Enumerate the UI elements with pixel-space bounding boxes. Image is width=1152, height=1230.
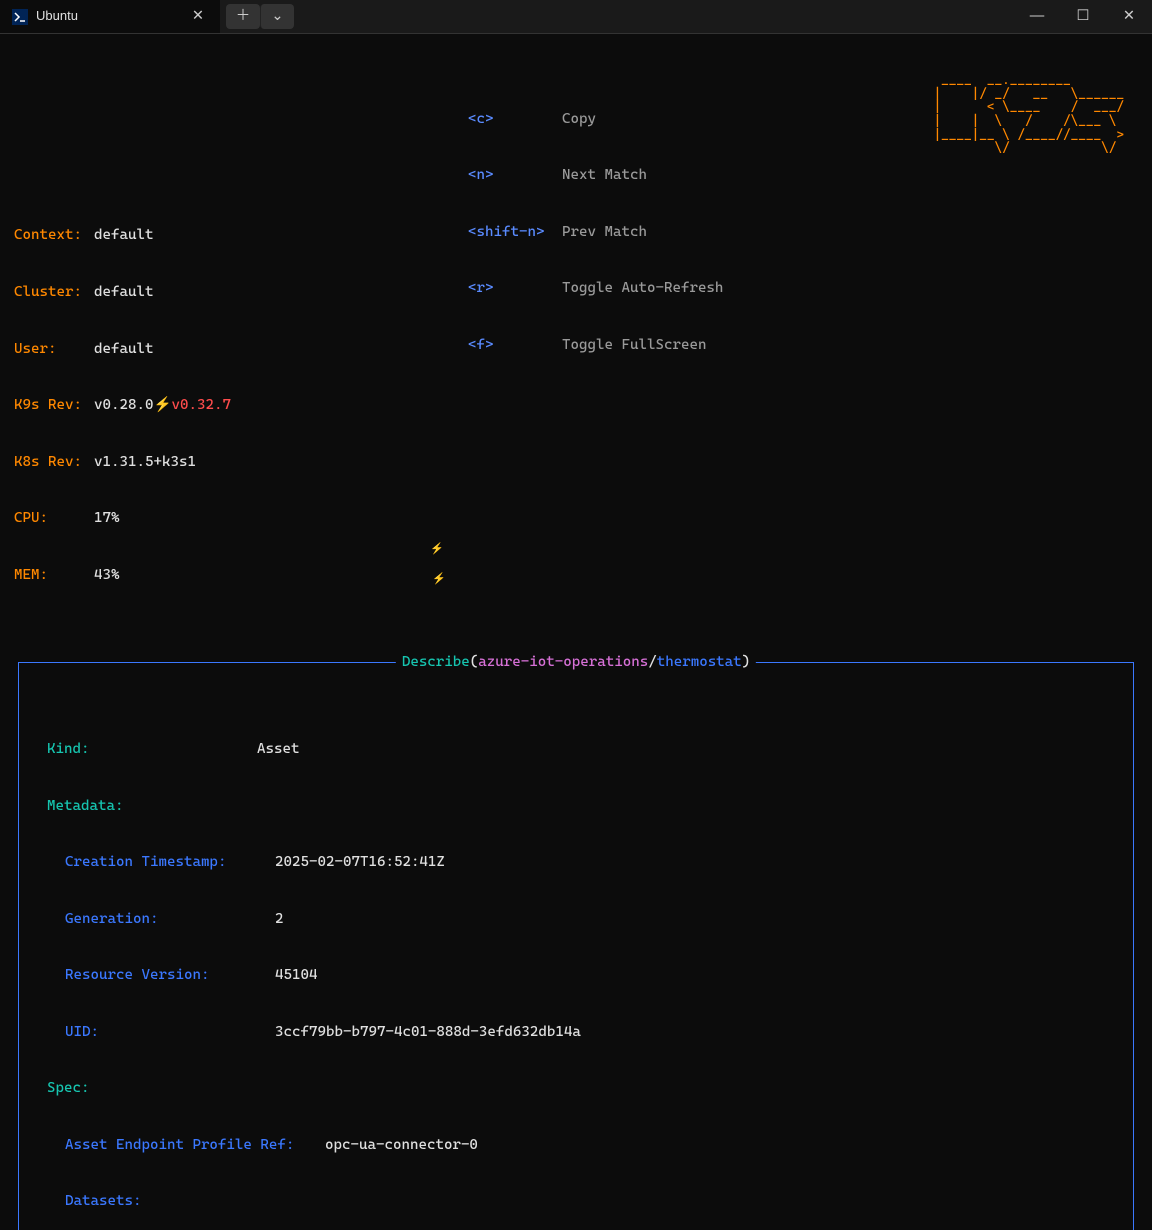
aepr-label: Asset Endpoint Profile Ref xyxy=(65,1137,286,1153)
metadata-label: Metadata xyxy=(47,798,115,814)
k9s-rev-latest: v0.32.7 xyxy=(172,396,231,415)
describe-caption: Describe(azure-iot-operations/thermostat… xyxy=(396,653,756,672)
keyboard-hints: <c> Copy <n> Next Match <shift-n> Prev Matc… xyxy=(468,72,723,392)
titlebar: Ubuntu ✕ ＋ ⌄ — ☐ ✕ xyxy=(0,0,1152,34)
hint-key: <c> xyxy=(468,110,554,129)
uid-label: UID xyxy=(65,1024,91,1040)
lightning-icon: ⚡ xyxy=(153,396,171,415)
hint-key: <shift-n> xyxy=(468,223,554,242)
tab-title: Ubuntu xyxy=(36,8,78,25)
window-maximize-button[interactable]: ☐ xyxy=(1060,0,1106,33)
generation-label: Generation xyxy=(65,911,150,927)
hint-key: <n> xyxy=(468,166,554,185)
powershell-icon xyxy=(12,9,28,25)
hint-desc: Toggle Auto-Refresh xyxy=(562,279,723,298)
hint-desc: Next Match xyxy=(562,166,647,185)
spec-label: Spec xyxy=(47,1080,81,1096)
uid-value: 3ccf79bb-b797-4c01-888d-3efd632db14a xyxy=(275,1023,581,1042)
tab-dropdown-button[interactable]: ⌄ xyxy=(260,4,294,29)
k9s-rev-label: K9s Rev: xyxy=(14,396,94,415)
hint-desc: Prev Match xyxy=(562,223,647,242)
cluster-value: default xyxy=(94,283,153,302)
terminal-tab[interactable]: Ubuntu ✕ xyxy=(0,0,220,33)
cluster-label: Cluster: xyxy=(14,283,94,302)
kind-label: Kind xyxy=(47,741,81,757)
user-value: default xyxy=(94,340,153,359)
window-close-button[interactable]: ✕ xyxy=(1106,0,1152,33)
k8s-rev-label: K8s Rev: xyxy=(14,453,94,472)
window-minimize-button[interactable]: — xyxy=(1014,0,1060,33)
resversion-label: Resource Version xyxy=(65,967,201,983)
context-value: default xyxy=(94,226,153,245)
terminal-body: ____ __.________ | |/ _/ __ \______ | < … xyxy=(0,34,1152,1230)
context-label: Context: xyxy=(14,226,94,245)
creation-ts-label: Creation Timestamp xyxy=(65,854,218,870)
cpu-value: 17% xyxy=(94,509,120,528)
datasets-label: Datasets xyxy=(65,1193,133,1209)
mem-label: MEM: xyxy=(14,566,94,585)
cpu-label: CPU: xyxy=(14,509,94,528)
hint-desc: Toggle FullScreen xyxy=(562,336,706,355)
resversion-value: 45104 xyxy=(275,966,317,985)
hint-key: <r> xyxy=(468,279,554,298)
aepr-value: opc-ua-connector-0 xyxy=(325,1136,478,1155)
mem-value: 43% xyxy=(94,566,120,585)
creation-ts-value: 2025-02-07T16:52:41Z xyxy=(275,853,445,872)
user-label: User: xyxy=(14,340,94,359)
tab-close-button[interactable]: ✕ xyxy=(188,7,208,26)
k9s-ascii-logo: ____ __.________ | |/ _/ __ \______ | < … xyxy=(934,74,1124,156)
k9s-rev-value: v0.28.0 xyxy=(94,396,153,415)
hint-desc: Copy xyxy=(562,110,596,129)
lightning-icon: ⚡ xyxy=(430,542,444,556)
lightning-icon: ⚡ xyxy=(432,572,446,586)
new-tab-button[interactable]: ＋ xyxy=(226,4,260,29)
describe-panel: Describe(azure-iot-operations/thermostat… xyxy=(18,662,1134,1230)
kind-value: Asset xyxy=(257,740,299,759)
hint-key: <f> xyxy=(468,336,554,355)
k8s-rev-value: v1.31.5+k3s1 xyxy=(94,453,196,472)
generation-value: 2 xyxy=(275,910,284,929)
